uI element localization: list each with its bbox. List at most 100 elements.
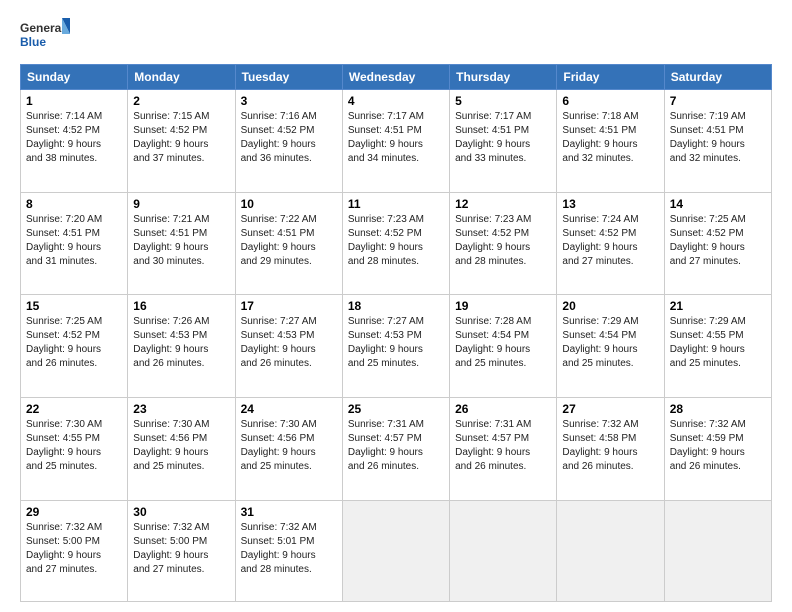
calendar-cell: 21Sunrise: 7:29 AMSunset: 4:55 PMDayligh… [664,295,771,398]
calendar-cell: 31Sunrise: 7:32 AMSunset: 5:01 PMDayligh… [235,500,342,601]
calendar-cell: 16 Sunrise: 7:26 AMSunset: 4:53 PMDayligh… [128,295,235,398]
calendar-cell: 29Sunrise: 7:32 AMSunset: 5:00 PMDayligh… [21,500,128,601]
calendar-cell: 28 Sunrise: 7:32 AMSunset: 4:59 PMDayligh… [664,397,771,500]
day-info: Sunrise: 7:30 AMSunset: 4:55 PMDaylight:… [26,418,122,474]
day-number: 14 [670,197,766,211]
calendar-cell [342,500,449,601]
day-info: Sunrise: 7:22 AMSunset: 4:51 PMDaylight:… [241,213,337,269]
day-number: 1 [26,94,122,108]
calendar-cell: 6Sunrise: 7:18 AMSunset: 4:51 PMDaylight… [557,90,664,193]
day-number: 17 [241,299,337,313]
day-number: 3 [241,94,337,108]
calendar-cell: 11Sunrise: 7:23 AMSunset: 4:52 PMDayligh… [342,192,449,295]
calendar-header-monday: Monday [128,65,235,90]
header: General Blue [20,16,772,56]
calendar-cell: 10Sunrise: 7:22 AMSunset: 4:51 PMDayligh… [235,192,342,295]
day-info: Sunrise: 7:30 AMSunset: 4:56 PMDaylight:… [133,418,229,474]
day-number: 23 [133,402,229,416]
calendar-table: SundayMondayTuesdayWednesdayThursdayFrid… [20,64,772,602]
calendar-cell [557,500,664,601]
day-number: 12 [455,197,551,211]
day-number: 18 [348,299,444,313]
page: General Blue SundayMondayTuesdayWednesda… [0,0,792,612]
day-number: 2 [133,94,229,108]
calendar-header-wednesday: Wednesday [342,65,449,90]
calendar-header-row: SundayMondayTuesdayWednesdayThursdayFrid… [21,65,772,90]
calendar-cell: 12 Sunrise: 7:23 AMSunset: 4:52 PMDayligh… [450,192,557,295]
day-number: 20 [562,299,658,313]
day-info: Sunrise: 7:14 AMSunset: 4:52 PMDaylight:… [26,110,122,166]
day-number: 21 [670,299,766,313]
day-info: Sunrise: 7:16 AMSunset: 4:52 PMDaylight:… [241,110,337,166]
day-number: 24 [241,402,337,416]
calendar-week-row: 29Sunrise: 7:32 AMSunset: 5:00 PMDayligh… [21,500,772,601]
day-info: Sunrise: 7:21 AMSunset: 4:51 PMDaylight:… [133,213,229,269]
day-number: 15 [26,299,122,313]
day-number: 28 [670,402,766,416]
calendar-cell: 22 Sunrise: 7:30 AMSunset: 4:55 PMDayligh… [21,397,128,500]
logo-svg: General Blue [20,16,70,56]
calendar-header-thursday: Thursday [450,65,557,90]
day-info: Sunrise: 7:20 AMSunset: 4:51 PMDaylight:… [26,213,122,269]
day-number: 5 [455,94,551,108]
day-number: 19 [455,299,551,313]
day-number: 7 [670,94,766,108]
calendar-header-sunday: Sunday [21,65,128,90]
calendar-cell: 1 Sunrise: 7:14 AMSunset: 4:52 PMDaylight… [21,90,128,193]
calendar-week-row: 22 Sunrise: 7:30 AMSunset: 4:55 PMDayligh… [21,397,772,500]
day-info: Sunrise: 7:29 AMSunset: 4:54 PMDaylight:… [562,315,658,371]
day-number: 25 [348,402,444,416]
day-info: Sunrise: 7:17 AMSunset: 4:51 PMDaylight:… [348,110,444,166]
calendar-week-row: 8Sunrise: 7:20 AMSunset: 4:51 PMDaylight… [21,192,772,295]
calendar-cell: 9 Sunrise: 7:21 AMSunset: 4:51 PMDaylight… [128,192,235,295]
day-number: 31 [241,505,337,519]
day-info: Sunrise: 7:23 AMSunset: 4:52 PMDaylight:… [348,213,444,269]
day-info: Sunrise: 7:18 AMSunset: 4:51 PMDaylight:… [562,110,658,166]
day-number: 22 [26,402,122,416]
day-info: Sunrise: 7:17 AMSunset: 4:51 PMDaylight:… [455,110,551,166]
calendar-cell: 26 Sunrise: 7:31 AMSunset: 4:57 PMDayligh… [450,397,557,500]
day-info: Sunrise: 7:32 AMSunset: 5:00 PMDaylight:… [133,521,229,577]
day-info: Sunrise: 7:26 AMSunset: 4:53 PMDaylight:… [133,315,229,371]
calendar-header-tuesday: Tuesday [235,65,342,90]
day-number: 30 [133,505,229,519]
calendar-cell: 14 Sunrise: 7:25 AMSunset: 4:52 PMDayligh… [664,192,771,295]
day-number: 27 [562,402,658,416]
day-info: Sunrise: 7:27 AMSunset: 4:53 PMDaylight:… [241,315,337,371]
day-info: Sunrise: 7:31 AMSunset: 4:57 PMDaylight:… [348,418,444,474]
calendar-cell: 18 Sunrise: 7:27 AMSunset: 4:53 PMDayligh… [342,295,449,398]
calendar-cell [450,500,557,601]
logo: General Blue [20,16,70,56]
calendar-cell: 5 Sunrise: 7:17 AMSunset: 4:51 PMDaylight… [450,90,557,193]
calendar-week-row: 1 Sunrise: 7:14 AMSunset: 4:52 PMDaylight… [21,90,772,193]
day-info: Sunrise: 7:28 AMSunset: 4:54 PMDaylight:… [455,315,551,371]
day-info: Sunrise: 7:25 AMSunset: 4:52 PMDaylight:… [670,213,766,269]
calendar-cell: 30 Sunrise: 7:32 AMSunset: 5:00 PMDayligh… [128,500,235,601]
day-info: Sunrise: 7:25 AMSunset: 4:52 PMDaylight:… [26,315,122,371]
day-info: Sunrise: 7:23 AMSunset: 4:52 PMDaylight:… [455,213,551,269]
day-number: 16 [133,299,229,313]
calendar-cell: 4Sunrise: 7:17 AMSunset: 4:51 PMDaylight… [342,90,449,193]
calendar-cell: 15 Sunrise: 7:25 AMSunset: 4:52 PMDayligh… [21,295,128,398]
day-info: Sunrise: 7:27 AMSunset: 4:53 PMDaylight:… [348,315,444,371]
day-number: 13 [562,197,658,211]
calendar-cell: 2 Sunrise: 7:15 AMSunset: 4:52 PMDaylight… [128,90,235,193]
day-info: Sunrise: 7:31 AMSunset: 4:57 PMDaylight:… [455,418,551,474]
calendar-cell: 25 Sunrise: 7:31 AMSunset: 4:57 PMDayligh… [342,397,449,500]
day-info: Sunrise: 7:30 AMSunset: 4:56 PMDaylight:… [241,418,337,474]
day-info: Sunrise: 7:15 AMSunset: 4:52 PMDaylight:… [133,110,229,166]
calendar-cell: 17 Sunrise: 7:27 AMSunset: 4:53 PMDayligh… [235,295,342,398]
calendar-cell: 7 Sunrise: 7:19 AMSunset: 4:51 PMDaylight… [664,90,771,193]
calendar-cell: 3 Sunrise: 7:16 AMSunset: 4:52 PMDaylight… [235,90,342,193]
day-number: 26 [455,402,551,416]
day-info: Sunrise: 7:19 AMSunset: 4:51 PMDaylight:… [670,110,766,166]
calendar-cell: 13Sunrise: 7:24 AMSunset: 4:52 PMDayligh… [557,192,664,295]
day-number: 9 [133,197,229,211]
calendar-cell: 8Sunrise: 7:20 AMSunset: 4:51 PMDaylight… [21,192,128,295]
svg-text:General: General [20,21,65,35]
calendar-header-friday: Friday [557,65,664,90]
day-info: Sunrise: 7:32 AMSunset: 4:59 PMDaylight:… [670,418,766,474]
calendar-cell: 23 Sunrise: 7:30 AMSunset: 4:56 PMDayligh… [128,397,235,500]
calendar-cell: 27Sunrise: 7:32 AMSunset: 4:58 PMDayligh… [557,397,664,500]
calendar-header-saturday: Saturday [664,65,771,90]
